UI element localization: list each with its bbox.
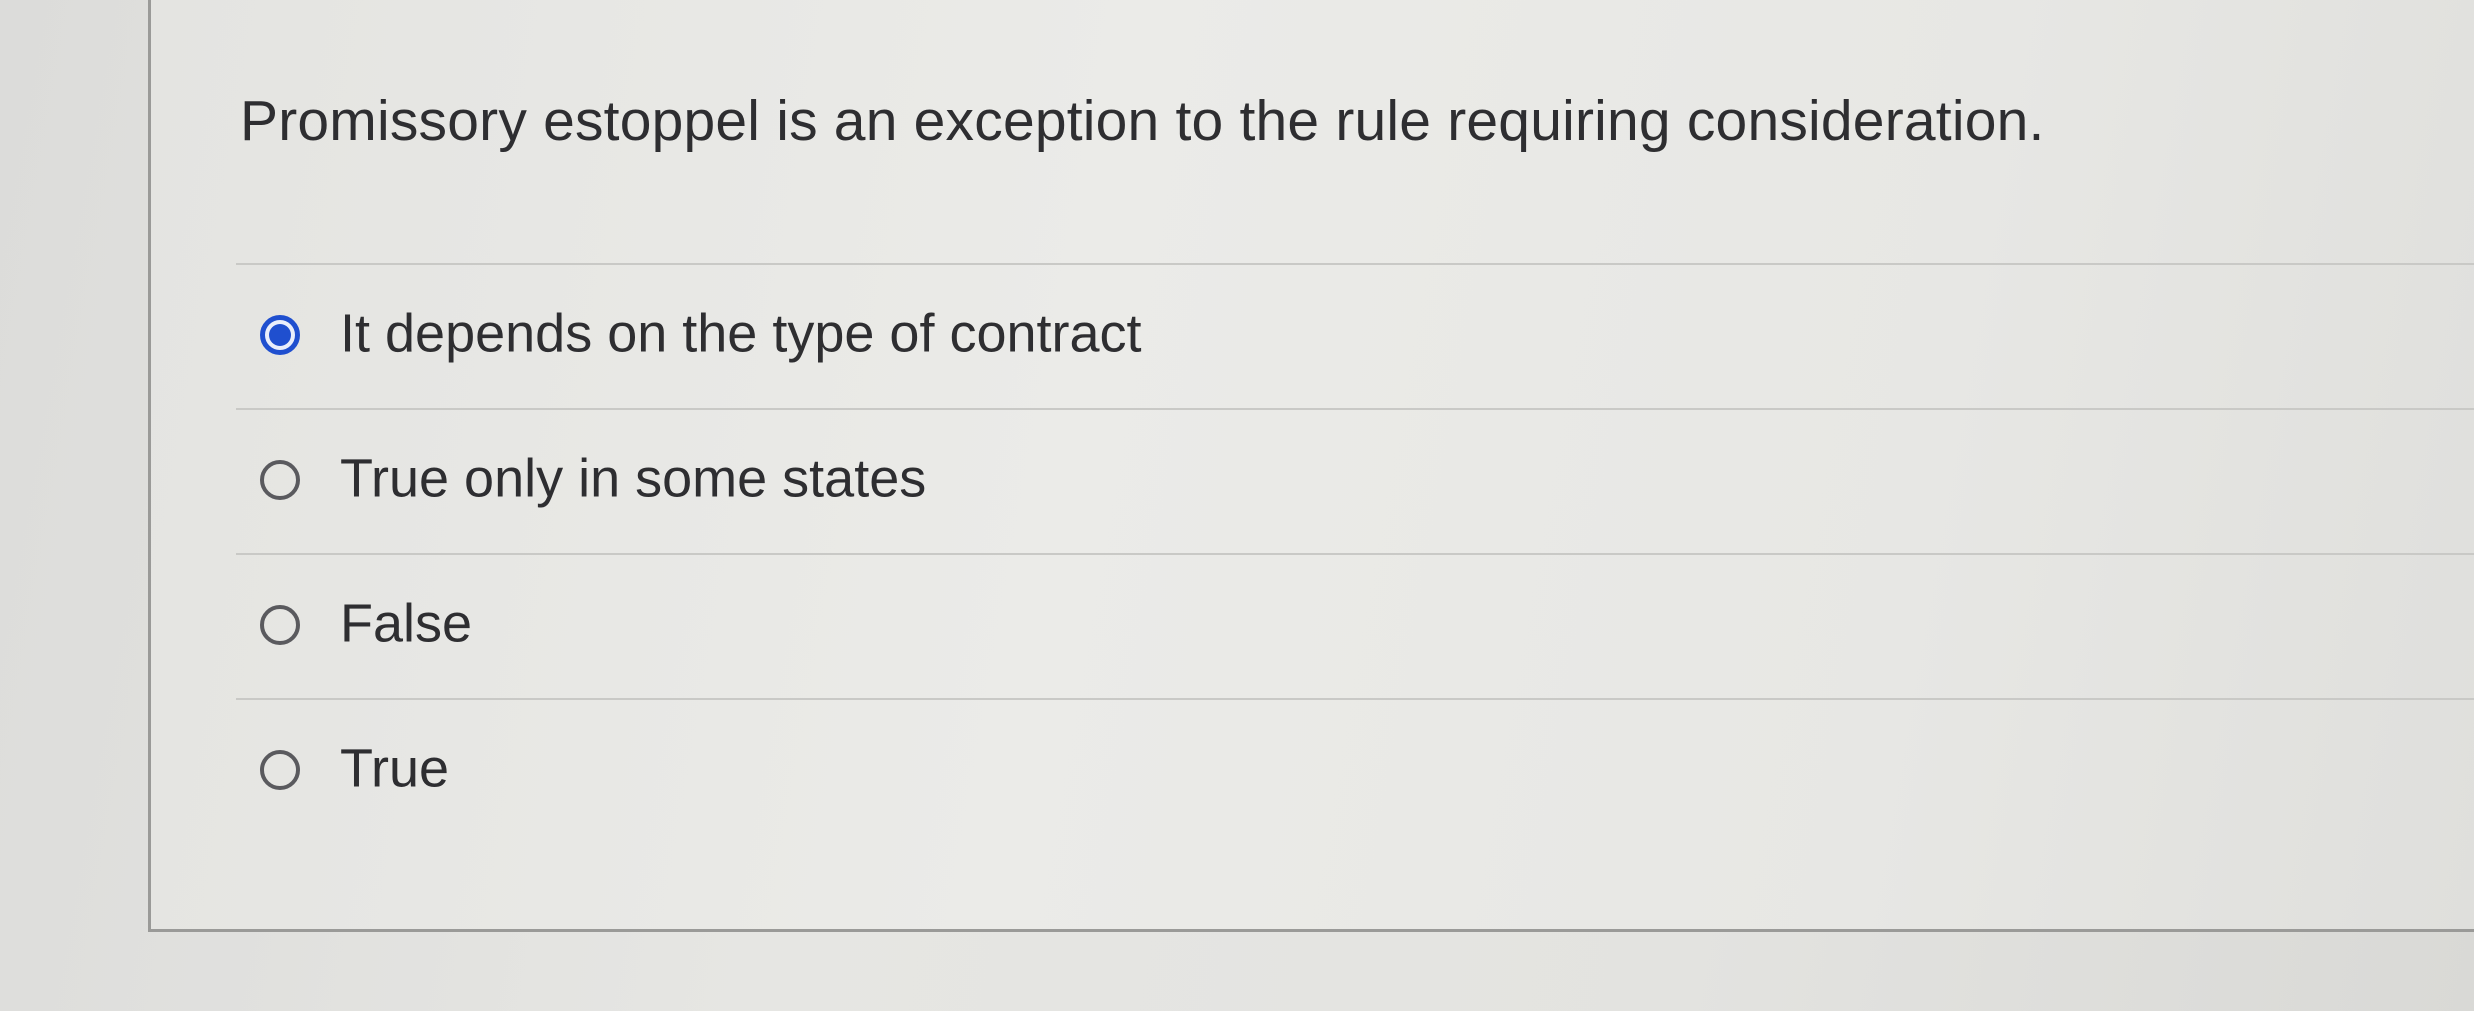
answer-options: It depends on the type of contract True … — [236, 263, 2474, 843]
option-true-some-states[interactable]: True only in some states — [236, 408, 2474, 553]
radio-button[interactable] — [260, 459, 300, 500]
option-label: True — [340, 737, 450, 798]
option-label: True only in some states — [340, 447, 927, 508]
option-label: False — [340, 592, 473, 653]
option-it-depends[interactable]: It depends on the type of contract — [236, 263, 2474, 408]
option-true[interactable]: True — [236, 698, 2474, 843]
question-text: Promissory estoppel is an exception to t… — [240, 89, 2045, 153]
radio-button-selected[interactable] — [260, 314, 300, 355]
radio-button[interactable] — [260, 749, 300, 790]
option-false[interactable]: False — [236, 553, 2474, 698]
option-label: It depends on the type of contract — [340, 302, 1142, 363]
radio-button[interactable] — [260, 604, 300, 645]
